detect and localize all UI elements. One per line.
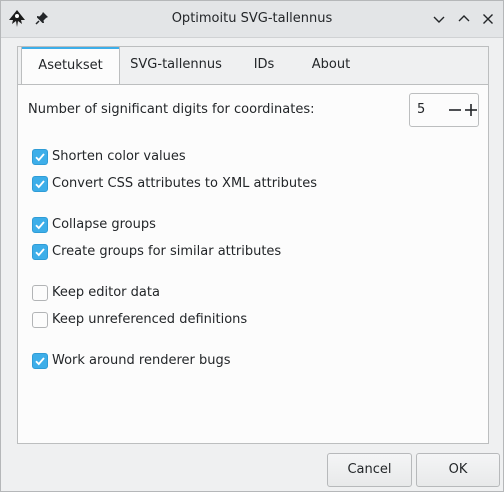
tab-ids[interactable]: IDs	[238, 47, 290, 84]
checkbox-renderer-bugs[interactable]	[32, 353, 48, 369]
checkmark-icon	[35, 221, 45, 230]
tab-bar: Asetukset SVG-tallennus IDs About	[18, 46, 488, 85]
minus-icon[interactable]	[448, 103, 462, 117]
option-label: Convert CSS attributes to XML attributes	[52, 176, 318, 191]
checkbox-convert-css[interactable]	[32, 176, 48, 192]
chevron-down-icon[interactable]	[431, 11, 447, 27]
tab-asetukset[interactable]: Asetukset	[21, 46, 120, 84]
title-bar: Optimoitu SVG-tallennus	[1, 1, 503, 38]
option-label: Shorten color values	[52, 149, 186, 164]
checkbox-collapse-groups[interactable]	[32, 217, 48, 233]
option-label: Keep editor data	[52, 285, 160, 300]
checkbox-shorten-color[interactable]	[32, 149, 48, 165]
close-icon[interactable]	[480, 11, 496, 27]
option-label: Create groups for similar attributes	[52, 244, 282, 259]
checkbox-keep-unreferenced[interactable]	[32, 312, 48, 328]
checkmark-icon	[35, 357, 45, 366]
ok-button[interactable]: OK	[416, 453, 500, 487]
dialog-window: Optimoitu SVG-tallennus Asetukset SVG-ta…	[0, 0, 504, 492]
checkbox-create-groups[interactable]	[32, 244, 48, 260]
plus-icon[interactable]	[464, 103, 478, 117]
digits-spinbox[interactable]: 5	[409, 93, 479, 127]
digits-value[interactable]: 5	[417, 94, 425, 126]
option-label: Collapse groups	[52, 217, 156, 232]
tab-panel: Asetukset SVG-tallennus IDs About Number…	[17, 46, 489, 444]
checkmark-icon	[35, 248, 45, 257]
checkmark-icon	[35, 153, 45, 162]
option-label: Work around renderer bugs	[52, 353, 231, 368]
digits-label: Number of significant digits for coordin…	[28, 102, 315, 117]
window-title: Optimoitu SVG-tallennus	[171, 11, 333, 26]
checkmark-icon	[35, 180, 45, 189]
tab-svg-tallennus[interactable]: SVG-tallennus	[122, 47, 230, 84]
option-label: Keep unreferenced definitions	[52, 312, 248, 327]
checkbox-keep-editor-data[interactable]	[32, 285, 48, 301]
tab-about[interactable]: About	[298, 47, 364, 84]
cancel-button[interactable]: Cancel	[327, 453, 412, 487]
chevron-up-icon[interactable]	[456, 11, 472, 27]
